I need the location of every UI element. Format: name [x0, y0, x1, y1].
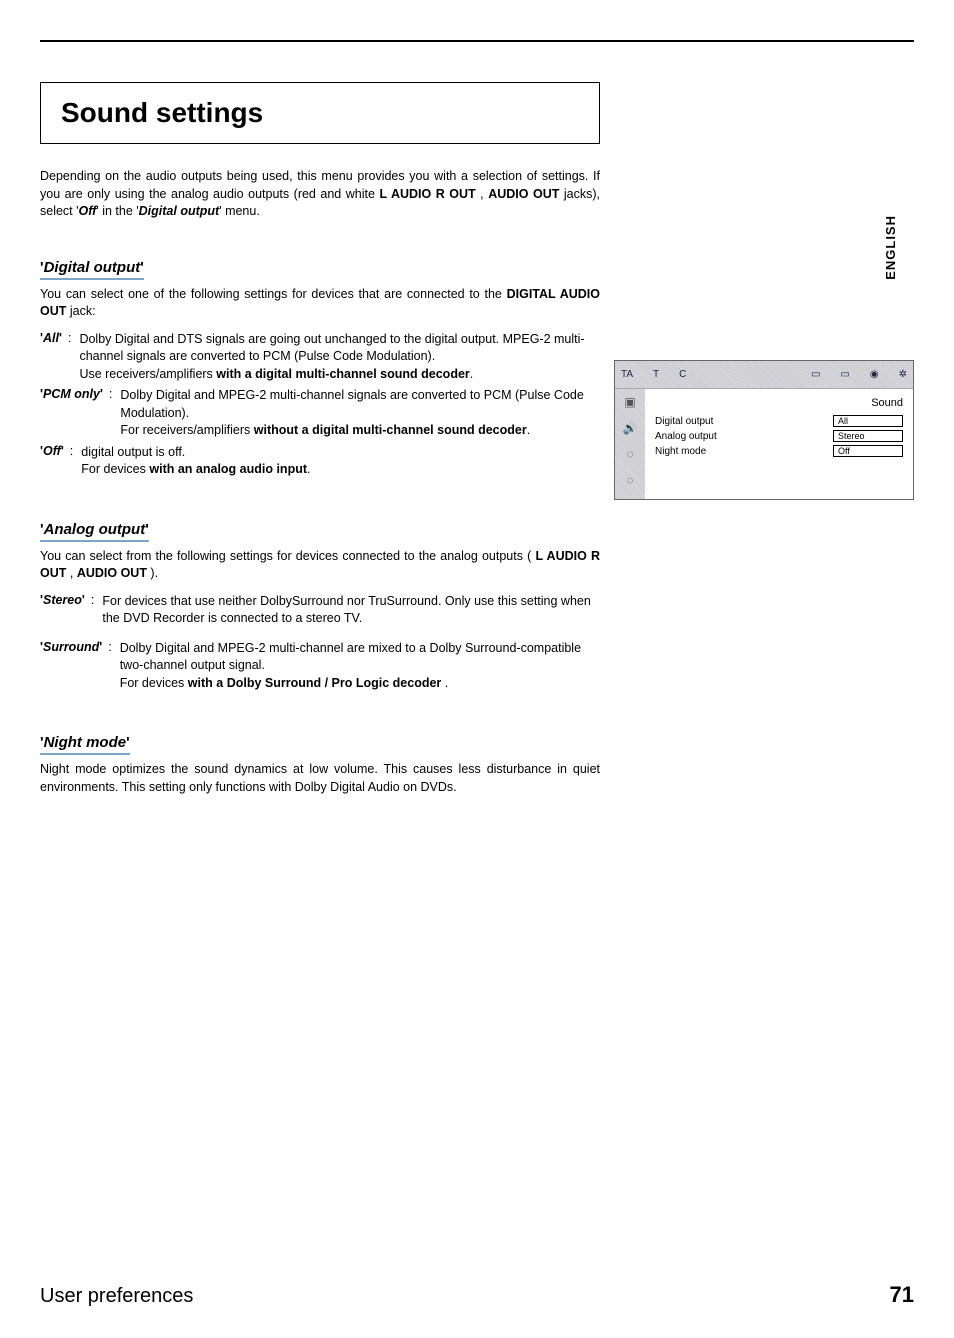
page-number: 71 [890, 1282, 914, 1308]
text-bold: without a digital multi-channel sound de… [254, 423, 527, 437]
text: Dolby Digital and DTS signals are going … [79, 332, 584, 364]
digital-output-definitions: 'All' : Dolby Digital and DTS signals ar… [40, 331, 600, 479]
footer: User preferences 71 [40, 1282, 914, 1308]
heading-digital-output: 'Digital output' [40, 259, 144, 280]
text-bold: with an analog audio input [149, 462, 307, 476]
picture-icon: ▣ [624, 395, 635, 409]
osd-panel: TA T C ▭ ▭ ◉ ✲ ▣ 🔊 ◌ ◌ Sound Digital out… [614, 360, 914, 500]
language-tab: ENGLISH [883, 215, 898, 280]
heading-analog-output: 'Analog output' [40, 521, 149, 542]
night-mode-body: Night mode optimizes the sound dynamics … [40, 761, 600, 796]
topbar-item: T [653, 369, 659, 380]
text-bold: with a digital multi-channel sound decod… [216, 367, 470, 381]
analog-output-body: You can select from the following settin… [40, 548, 600, 583]
digital-output-body: You can select one of the following sett… [40, 286, 600, 321]
text: Dolby Digital and MPEG-2 multi-channel s… [120, 388, 583, 420]
text-bold: with a Dolby Surround / Pro Logic decode… [188, 676, 442, 690]
value-off: Off [79, 204, 97, 218]
footer-section: User preferences [40, 1285, 193, 1308]
sound-icon: 🔊 [623, 421, 638, 435]
text: You can select from the following settin… [40, 549, 535, 563]
label-l-audio-r-out: L AUDIO R OUT [379, 187, 475, 201]
page-title: Sound settings [61, 97, 579, 129]
osd-value: Stereo [833, 430, 903, 442]
osd-value: All [833, 415, 903, 427]
text: For devices that use neither DolbySurrou… [102, 594, 590, 626]
intro-paragraph: Depending on the audio outputs being use… [40, 168, 600, 221]
osd-title: Sound [655, 397, 903, 409]
text: Use receivers/amplifiers [79, 367, 216, 381]
analog-output-definitions: 'Stereo' : For devices that use neither … [40, 593, 600, 693]
def-off: 'Off' : digital output is off. For devic… [40, 444, 600, 479]
topbar-item: TA [621, 369, 633, 380]
text: jack: [66, 304, 95, 318]
text: digital output is off. [81, 445, 185, 459]
disc-icon: ◉ [870, 369, 879, 380]
text: ). [147, 566, 158, 580]
text: Dolby Digital and MPEG-2 multi-channel a… [120, 641, 581, 673]
osd-label: Digital output [655, 416, 713, 427]
osd-content: Sound Digital output All Analog output S… [645, 389, 913, 499]
osd-row-digital-output: Digital output All [655, 415, 903, 427]
topbar-item: C [679, 369, 686, 380]
text: ' menu. [219, 204, 260, 218]
osd-row-analog-output: Analog output Stereo [655, 430, 903, 442]
remote-icon: ▭ [811, 369, 820, 380]
text: You can select one of the following sett… [40, 287, 507, 301]
osd-sidebar: ▣ 🔊 ◌ ◌ [615, 389, 645, 499]
screen-icon: ▭ [840, 369, 849, 380]
osd-label: Analog output [655, 431, 717, 442]
text: , [66, 566, 76, 580]
text: . [441, 676, 448, 690]
osd-label: Night mode [655, 446, 706, 457]
language-icon: ◌ [626, 447, 633, 461]
features-icon: ◌ [626, 473, 633, 487]
text: For devices [120, 676, 188, 690]
title-box: Sound settings [40, 82, 600, 144]
text: , [476, 187, 489, 201]
menu-digital-output: Digital output [139, 204, 220, 218]
def-stereo: 'Stereo' : For devices that use neither … [40, 593, 600, 628]
text: . [307, 462, 310, 476]
text: . [470, 367, 473, 381]
label-audio-out: AUDIO OUT [77, 566, 147, 580]
def-surround: 'Surround' : Dolby Digital and MPEG-2 mu… [40, 640, 600, 693]
osd-value: Off [833, 445, 903, 457]
def-all: 'All' : Dolby Digital and DTS signals ar… [40, 331, 600, 384]
def-pcm-only: 'PCM only' : Dolby Digital and MPEG-2 mu… [40, 387, 600, 440]
gear-icon: ✲ [899, 369, 907, 380]
label-audio-out: AUDIO OUT [488, 187, 559, 201]
osd-row-night-mode: Night mode Off [655, 445, 903, 457]
heading-night-mode: 'Night mode' [40, 734, 130, 755]
top-rule [40, 40, 914, 42]
text: ' in the ' [96, 204, 138, 218]
text: . [527, 423, 530, 437]
text: For devices [81, 462, 149, 476]
text: For receivers/amplifiers [120, 423, 253, 437]
osd-topbar: TA T C ▭ ▭ ◉ ✲ [615, 361, 913, 389]
